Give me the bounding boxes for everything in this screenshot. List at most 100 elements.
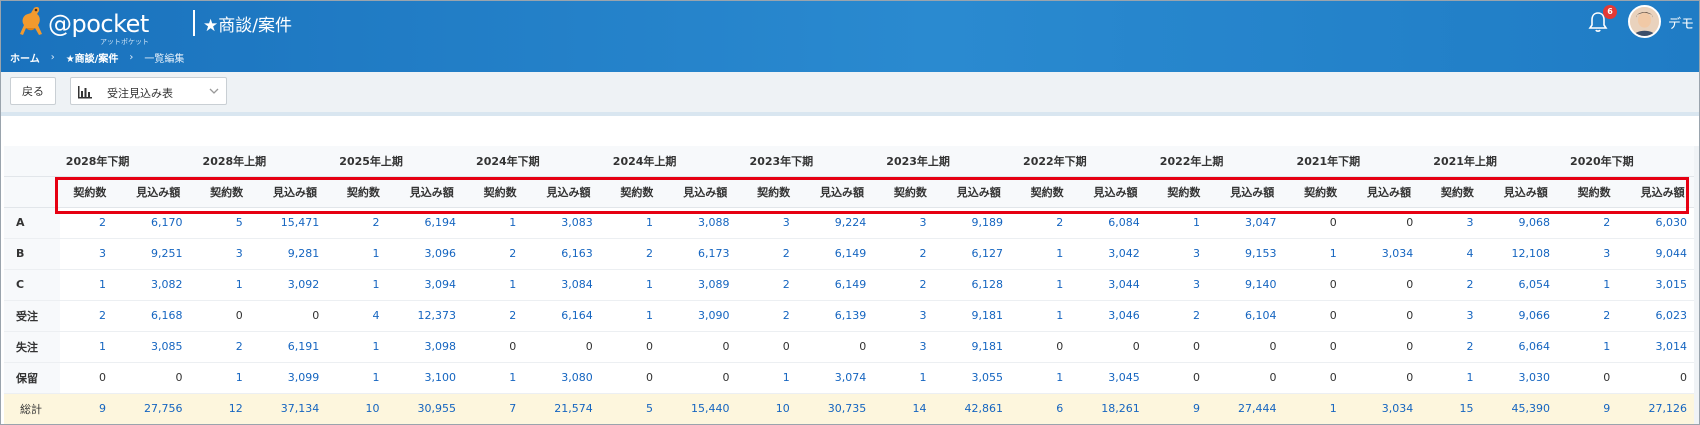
contract-count-cell[interactable]: 2 [743,238,804,270]
contract-count-cell[interactable]: 3 [880,300,941,332]
contract-count-cell[interactable]: 1 [1564,269,1625,301]
view-select[interactable]: 受注見込み表 [70,77,227,105]
forecast-amount-cell[interactable]: 9,066 [1487,300,1565,332]
contract-count-cell[interactable]: 10 [743,393,804,425]
contract-count-cell[interactable]: 1 [743,362,804,394]
contract-count-cell[interactable]: 1 [1290,393,1351,425]
contract-count-header[interactable]: 契約数 [880,176,941,208]
forecast-amount-cell[interactable]: 9,153 [1213,238,1291,270]
contract-count-cell[interactable]: 3 [196,238,257,270]
contract-count-cell[interactable]: 9 [1564,393,1625,425]
contract-count-cell[interactable]: 1 [333,238,394,270]
contract-count-cell[interactable]: 1 [1153,207,1214,239]
contract-count-cell[interactable]: 3 [880,331,941,363]
forecast-amount-header[interactable]: 見込み額 [1350,176,1428,208]
contract-count-cell[interactable]: 2 [1427,331,1488,363]
forecast-amount-cell[interactable]: 6,149 [803,269,881,301]
breadcrumb-deals[interactable]: ★商談/案件 [66,50,119,65]
forecast-amount-cell[interactable]: 3,042 [1077,238,1154,270]
forecast-amount-cell[interactable]: 9,224 [803,207,881,239]
forecast-amount-cell[interactable]: 15,440 [666,393,744,425]
contract-count-cell[interactable]: 2 [1564,300,1625,332]
forecast-amount-cell[interactable]: 6,023 [1624,300,1694,332]
contract-count-cell[interactable]: 5 [196,207,257,239]
contract-count-cell[interactable]: 2 [880,269,941,301]
contract-count-header[interactable]: 契約数 [59,176,120,208]
contract-count-cell[interactable]: 1 [606,207,667,239]
forecast-amount-cell[interactable]: 3,074 [803,362,881,394]
forecast-amount-cell[interactable]: 3,034 [1350,393,1428,425]
contract-count-cell[interactable]: 2 [1153,300,1214,332]
contract-count-cell[interactable]: 10 [333,393,394,425]
contract-count-header[interactable]: 契約数 [1290,176,1351,208]
forecast-amount-cell[interactable]: 3,046 [1077,300,1154,332]
contract-count-cell[interactable]: 1 [59,331,120,363]
forecast-amount-cell[interactable]: 3,100 [393,362,471,394]
forecast-amount-cell[interactable]: 9,181 [940,331,1018,363]
forecast-amount-cell[interactable]: 3,088 [666,207,744,239]
forecast-amount-cell[interactable]: 30,735 [803,393,881,425]
back-button[interactable]: 戻る [10,77,56,105]
contract-count-header[interactable]: 契約数 [743,176,804,208]
contract-count-cell[interactable]: 14 [880,393,941,425]
forecast-amount-cell[interactable]: 42,861 [940,393,1018,425]
forecast-amount-cell[interactable]: 6,163 [530,238,607,270]
forecast-amount-header[interactable]: 見込み額 [393,176,471,208]
contract-count-header[interactable]: 契約数 [1153,176,1214,208]
forecast-amount-cell[interactable]: 6,194 [393,207,471,239]
forecast-amount-cell[interactable]: 3,044 [1077,269,1154,301]
contract-count-header[interactable]: 契約数 [1564,176,1625,208]
contract-count-cell[interactable]: 1 [606,269,667,301]
contract-count-cell[interactable]: 2 [59,207,120,239]
forecast-amount-header[interactable]: 見込み額 [666,176,744,208]
forecast-amount-cell[interactable]: 45,390 [1487,393,1565,425]
contract-count-cell[interactable]: 1 [59,269,120,301]
contract-count-cell[interactable]: 2 [196,331,257,363]
contract-count-cell[interactable]: 4 [1427,238,1488,270]
forecast-amount-header[interactable]: 見込み額 [530,176,607,208]
forecast-amount-cell[interactable]: 3,055 [940,362,1018,394]
contract-count-cell[interactable]: 2 [59,300,120,332]
forecast-amount-cell[interactable]: 3,090 [666,300,744,332]
contract-count-cell[interactable]: 2 [333,207,394,239]
contract-count-cell[interactable]: 1 [333,269,394,301]
forecast-amount-cell[interactable]: 9,044 [1624,238,1694,270]
contract-count-cell[interactable]: 1 [196,362,257,394]
contract-count-cell[interactable]: 3 [1427,300,1488,332]
forecast-amount-cell[interactable]: 3,099 [256,362,334,394]
contract-count-cell[interactable]: 1 [470,207,531,239]
forecast-table-container[interactable]: 2028年下期 2028年上期 2025年上期 2024年下期 2024年上期 2023年… [4,146,1694,425]
forecast-amount-cell[interactable]: 18,261 [1077,393,1154,425]
forecast-amount-cell[interactable]: 3,098 [393,331,471,363]
forecast-amount-header[interactable]: 見込み額 [1213,176,1291,208]
forecast-amount-header[interactable]: 見込み額 [1487,176,1565,208]
contract-count-header[interactable]: 契約数 [1427,176,1488,208]
forecast-amount-cell[interactable]: 12,373 [393,300,471,332]
contract-count-cell[interactable]: 3 [1153,269,1214,301]
forecast-amount-cell[interactable]: 6,173 [666,238,744,270]
forecast-amount-cell[interactable]: 6,084 [1077,207,1154,239]
forecast-amount-cell[interactable]: 6,191 [256,331,334,363]
forecast-amount-cell[interactable]: 3,047 [1213,207,1291,239]
contract-count-cell[interactable]: 1 [1017,238,1078,270]
contract-count-cell[interactable]: 2 [1017,207,1078,239]
contract-count-header[interactable]: 契約数 [1017,176,1078,208]
contract-count-cell[interactable]: 1 [196,269,257,301]
forecast-amount-cell[interactable]: 27,756 [119,393,197,425]
forecast-amount-cell[interactable]: 3,082 [119,269,197,301]
contract-count-cell[interactable]: 1 [1564,331,1625,363]
forecast-amount-cell[interactable]: 3,092 [256,269,334,301]
contract-count-cell[interactable]: 1 [470,269,531,301]
forecast-amount-cell[interactable]: 21,574 [530,393,607,425]
forecast-amount-cell[interactable]: 3,030 [1487,362,1565,394]
forecast-amount-header[interactable]: 見込み額 [1077,176,1154,208]
contract-count-cell[interactable]: 2 [1564,207,1625,239]
forecast-amount-cell[interactable]: 12,108 [1487,238,1565,270]
forecast-amount-cell[interactable]: 3,089 [666,269,744,301]
contract-count-cell[interactable]: 3 [59,238,120,270]
forecast-amount-header[interactable]: 見込み額 [803,176,881,208]
contract-count-cell[interactable]: 2 [743,269,804,301]
forecast-amount-cell[interactable]: 6,170 [119,207,197,239]
contract-count-cell[interactable]: 2 [880,238,941,270]
forecast-amount-cell[interactable]: 6,168 [119,300,197,332]
